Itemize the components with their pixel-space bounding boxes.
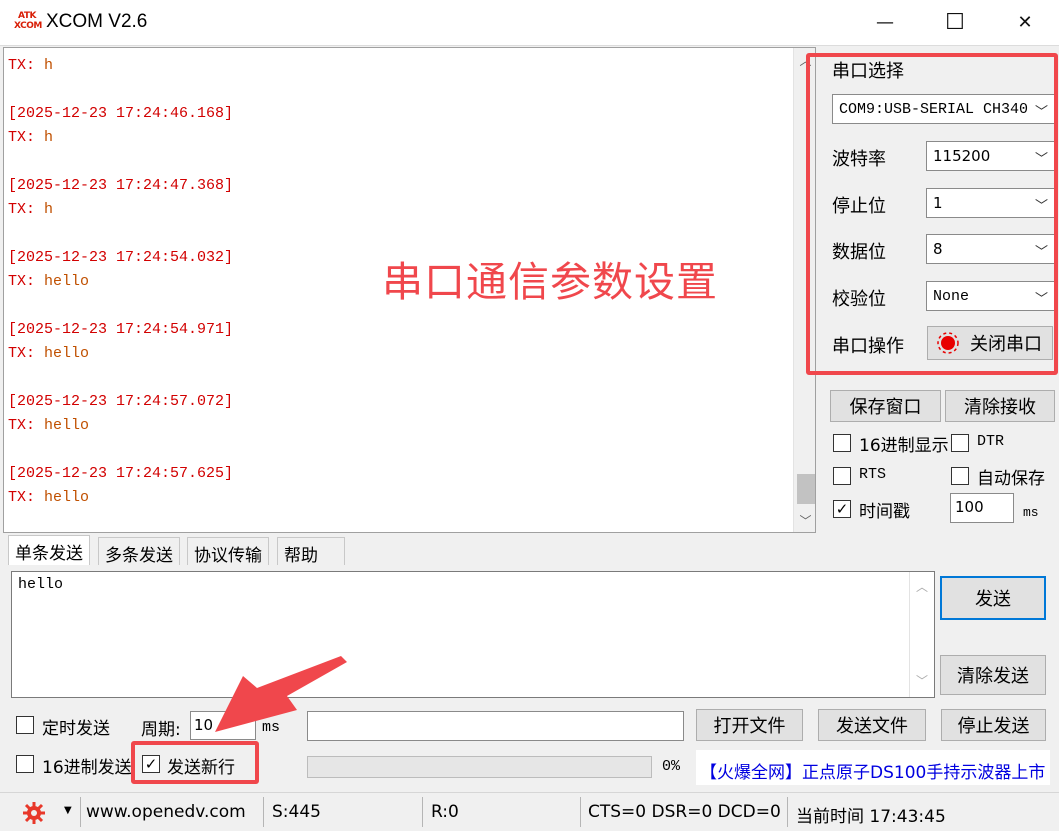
- minimize-button[interactable]: —: [850, 0, 920, 45]
- hex-send-checkbox[interactable]: [16, 755, 34, 773]
- status-separator: [80, 797, 81, 827]
- timestamp-unit: ms: [1023, 505, 1039, 520]
- receive-line: [8, 150, 788, 174]
- tx-label: TX:: [8, 129, 36, 146]
- receive-area[interactable]: TX: h [2025-12-23 17:24:46.168] TX: h [2025…: [3, 47, 816, 533]
- auto-save-checkbox[interactable]: [951, 467, 969, 485]
- timed-send-checkbox[interactable]: [16, 716, 34, 734]
- highlight-box-serial: [806, 53, 1058, 375]
- app-logo-icon: ATK XCOM: [14, 11, 42, 31]
- tab-single-send[interactable]: 单条发送: [8, 535, 90, 565]
- timestamp-text: [2025-12-23 17:24:47.368]: [8, 177, 234, 194]
- annotation-arrow-icon: [215, 656, 347, 732]
- receive-line: TX: hello: [8, 342, 788, 366]
- tx-data: hello: [35, 345, 90, 362]
- settings-dropdown-icon[interactable]: ▼: [64, 805, 72, 816]
- tx-data: hello: [35, 273, 90, 290]
- tx-data: h: [35, 201, 54, 218]
- annotation-text: 串口通信参数设置: [382, 258, 718, 306]
- receive-line: [2025-12-23 17:24:57.625]: [8, 462, 788, 486]
- tx-label: TX:: [8, 273, 36, 290]
- tx-data: hello: [35, 489, 90, 506]
- scroll-down-icon[interactable]: ﹀: [916, 672, 928, 689]
- timestamp-label: 时间戳: [859, 502, 910, 522]
- timestamp-text: [2025-12-23 17:24:46.168]: [8, 105, 234, 122]
- send-button[interactable]: 发送: [940, 576, 1046, 620]
- status-sent-count: S:445: [272, 802, 321, 822]
- receive-line: TX: hello: [8, 486, 788, 510]
- period-label: 周期:: [141, 720, 181, 740]
- receive-line: [8, 438, 788, 462]
- timed-send-label: 定时发送: [42, 719, 110, 739]
- close-button[interactable]: ✕: [990, 0, 1059, 45]
- receive-line: [8, 366, 788, 390]
- tx-label: TX:: [8, 417, 36, 434]
- clear-send-button[interactable]: 清除发送: [940, 655, 1046, 695]
- tx-label: TX:: [8, 201, 36, 218]
- stop-send-button[interactable]: 停止发送: [941, 709, 1046, 741]
- send-file-button[interactable]: 发送文件: [818, 709, 926, 741]
- tx-label: TX:: [8, 489, 36, 506]
- tx-data: h: [35, 129, 54, 146]
- promo-link[interactable]: 【火爆全网】正点原子DS100手持示波器上市: [696, 750, 1050, 785]
- timestamp-text: [2025-12-23 17:24:54.032]: [8, 249, 234, 266]
- status-modem-lines: CTS=0 DSR=0 DCD=0: [588, 802, 781, 822]
- auto-save-label: 自动保存: [977, 469, 1045, 489]
- open-file-button[interactable]: 打开文件: [696, 709, 803, 741]
- gear-icon[interactable]: [22, 801, 48, 825]
- receive-line: [8, 78, 788, 102]
- status-separator: [263, 797, 264, 827]
- tx-data: h: [35, 57, 54, 74]
- scroll-thumb[interactable]: [797, 474, 815, 504]
- file-path-input[interactable]: [307, 711, 684, 741]
- rts-checkbox[interactable]: [833, 467, 851, 485]
- receive-line: [2025-12-23 17:24:57.072]: [8, 390, 788, 414]
- status-separator: [580, 797, 581, 827]
- dtr-checkbox[interactable]: [951, 434, 969, 452]
- send-scrollbar[interactable]: ︿ ﹀: [909, 572, 934, 697]
- receive-line: [2025-12-23 17:24:46.168]: [8, 102, 788, 126]
- highlight-box-newline: [131, 741, 259, 784]
- title-bar: ATK XCOM XCOM V2.6 — ☐ ✕: [0, 0, 1059, 46]
- hex-send-label: 16进制发送: [42, 758, 132, 778]
- timestamp-text: [2025-12-23 17:24:57.625]: [8, 465, 234, 482]
- tab-multi-send[interactable]: 多条发送: [98, 537, 180, 566]
- rts-label: RTS: [859, 466, 887, 483]
- tx-label: TX:: [8, 57, 36, 74]
- scroll-down-icon[interactable]: ﹀: [794, 508, 815, 532]
- tx-label: TX:: [8, 345, 36, 362]
- receive-line: TX: h: [8, 198, 788, 222]
- status-separator: [787, 797, 788, 827]
- timestamp-input[interactable]: 100: [950, 493, 1014, 523]
- clear-receive-button[interactable]: 清除接收: [945, 390, 1055, 422]
- tab-help[interactable]: 帮助: [277, 537, 345, 566]
- tx-data: hello: [35, 417, 90, 434]
- window-title: XCOM V2.6: [46, 11, 148, 32]
- receive-line: TX: hello: [8, 414, 788, 438]
- hex-display-label: 16进制显示: [859, 436, 949, 456]
- maximize-button[interactable]: ☐: [920, 0, 990, 45]
- status-current-time: 当前时间 17:43:45: [796, 807, 946, 827]
- scroll-up-icon[interactable]: ︿: [916, 578, 928, 595]
- tab-protocol[interactable]: 协议传输: [187, 537, 269, 566]
- receive-line: [2025-12-23 17:24:54.971]: [8, 318, 788, 342]
- receive-line: [2025-12-23 17:24:47.368]: [8, 174, 788, 198]
- send-text: hello: [18, 576, 64, 593]
- status-separator: [422, 797, 423, 827]
- send-progress-bar: [307, 756, 652, 778]
- status-website[interactable]: www.openedv.com: [86, 802, 246, 822]
- hex-display-checkbox[interactable]: [833, 434, 851, 452]
- timestamp-text: [2025-12-23 17:24:57.072]: [8, 393, 234, 410]
- receive-line: TX: h: [8, 126, 788, 150]
- status-received-count: R:0: [431, 802, 459, 822]
- timestamp-checkbox[interactable]: ✓: [833, 500, 851, 518]
- send-progress-text: 0%: [662, 758, 681, 775]
- dtr-label: DTR: [977, 433, 1005, 450]
- status-bar: ▼ www.openedv.com S:445 R:0 CTS=0 DSR=0 …: [0, 792, 1059, 831]
- receive-line: [8, 222, 788, 246]
- receive-line: TX: h: [8, 54, 788, 78]
- save-window-button[interactable]: 保存窗口: [830, 390, 941, 422]
- timestamp-text: [2025-12-23 17:24:54.971]: [8, 321, 234, 338]
- send-input[interactable]: hello ︿ ﹀: [11, 571, 935, 698]
